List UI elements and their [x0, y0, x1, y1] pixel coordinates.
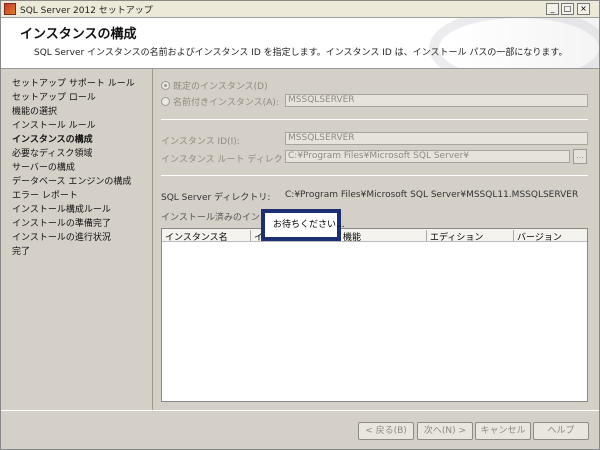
separator [161, 175, 588, 176]
nav-item-installation-rules[interactable]: インストール ルール [12, 118, 96, 131]
page-header: インスタンスの構成 SQL Server インスタンスの名前およびインスタンス … [1, 18, 599, 69]
window-title: SQL Server 2012 セットアップ [20, 6, 153, 16]
header-decoration [429, 18, 599, 68]
column-header-features[interactable]: 機能 [343, 230, 361, 243]
help-button[interactable]: ヘルプ [533, 422, 589, 440]
back-button[interactable]: < 戻る(B) [358, 422, 414, 440]
nav-item-setup-support-rules[interactable]: セットアップ サポート ルール [12, 76, 135, 89]
page-title: インスタンスの構成 [20, 27, 137, 42]
column-header-version[interactable]: バージョン [517, 230, 562, 243]
column-header-edition[interactable]: エディション [430, 230, 483, 243]
minimize-button[interactable]: _ [546, 3, 559, 15]
steps-nav: セットアップ サポート ルール セットアップ ロール 機能の選択 インストール … [1, 69, 153, 409]
nav-item-instance-configuration[interactable]: インスタンスの構成 [12, 132, 93, 145]
column-separator [250, 230, 251, 241]
named-instance-label: 名前付きインスタンス(A): [173, 98, 279, 108]
separator [161, 119, 588, 120]
instance-id-input[interactable]: MSSQLSERVER [285, 132, 588, 145]
sql-directory-value: C:¥Program Files¥Microsoft SQL Server¥MS… [285, 190, 579, 200]
title-bar: SQL Server 2012 セットアップ _ □ × [1, 1, 599, 18]
column-separator [513, 230, 514, 241]
default-instance-label: 既定のインスタンス(D) [173, 82, 268, 92]
maximize-button[interactable]: □ [561, 3, 574, 15]
sql-directory-label: SQL Server ディレクトリ: [161, 193, 271, 203]
nav-item-setup-role[interactable]: セットアップ ロール [12, 90, 96, 103]
default-instance-radio[interactable] [161, 81, 170, 90]
instance-id-label: インスタンス ID(I): [161, 137, 240, 147]
named-instance-input[interactable]: MSSQLSERVER [285, 94, 588, 107]
nav-item-feature-selection[interactable]: 機能の選択 [12, 104, 57, 117]
nav-item-ready-to-install[interactable]: インストールの準備完了 [12, 216, 111, 229]
column-header-instance-name[interactable]: インスタンス名 [165, 230, 228, 243]
nav-item-disk-space[interactable]: 必要なディスク領域 [12, 146, 92, 159]
footer-separator [1, 410, 599, 411]
browse-button[interactable]: ... [573, 149, 587, 164]
nav-item-complete[interactable]: 完了 [12, 244, 30, 257]
nav-item-install-progress[interactable]: インストールの進行状況 [12, 230, 111, 243]
root-directory-input[interactable]: C:¥Program Files¥Microsoft SQL Server¥ [285, 150, 570, 163]
installed-instances-table[interactable]: インスタンス名 イ 機能 エディション バージョン [161, 228, 588, 402]
next-button[interactable]: 次へ(N) > [417, 422, 473, 440]
column-separator [426, 230, 427, 241]
page-description: SQL Server インスタンスの名前およびインスタンス ID を指定します。… [34, 48, 568, 58]
cancel-button[interactable]: キャンセル [475, 422, 531, 440]
nav-divider [152, 69, 153, 411]
setup-window: SQL Server 2012 セットアップ _ □ × インスタンスの構成 S… [0, 0, 600, 450]
named-instance-radio[interactable] [161, 97, 170, 106]
nav-item-error-reporting[interactable]: エラー レポート [12, 188, 78, 201]
table-header: インスタンス名 イ 機能 エディション バージョン [162, 229, 587, 243]
sql-server-app-icon [4, 3, 16, 15]
nav-item-server-configuration[interactable]: サーバーの構成 [12, 160, 75, 173]
please-wait-dialog: お待ちください... [261, 209, 345, 241]
nav-item-config-rules[interactable]: インストール構成ルール [12, 202, 111, 215]
close-button[interactable]: × [577, 3, 590, 15]
nav-item-database-engine[interactable]: データベース エンジンの構成 [12, 174, 131, 187]
